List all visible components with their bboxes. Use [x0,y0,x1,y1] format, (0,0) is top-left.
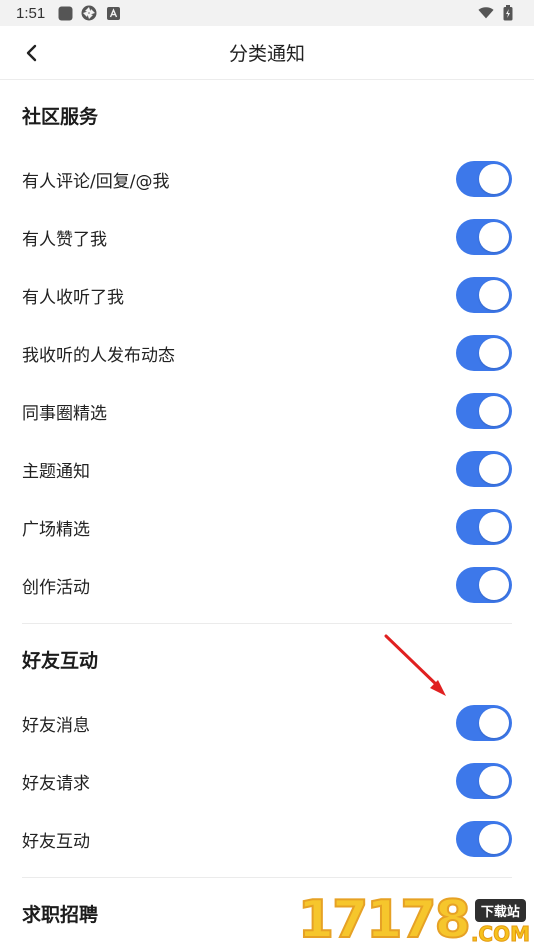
setting-label: 好友请求 [22,773,90,794]
setting-row-followed: 有人收听了我 [22,266,512,324]
friend-requests-toggle[interactable] [456,763,512,799]
setting-row-friend-messages: 好友消息 [22,694,512,752]
page-title: 分类通知 [228,43,305,65]
following-posts-toggle[interactable] [456,335,512,371]
toggle-knob [479,222,509,252]
section-header-friends: 好友互动 [22,649,99,672]
watermark-right: 下载站 .COM [470,899,531,946]
setting-row-friend-interaction: 好友互动 [22,810,512,868]
plaza-picks-toggle[interactable] [456,509,512,545]
setting-row-topic-notice: 主题通知 [22,440,512,498]
setting-label: 有人收听了我 [22,287,124,308]
settings-list: 社区服务 有人评论/回复/@我 有人赞了我 有人收听了我 我收听的人发布动态 同… [0,80,534,948]
friend-interaction-toggle[interactable] [456,821,512,857]
nav-bar: 分类通知 [0,26,534,80]
setting-row-plaza-picks: 广场精选 [22,498,512,556]
setting-label: 广场精选 [22,519,90,540]
toggle-knob [479,824,509,854]
comment-reply-mention-toggle[interactable] [456,161,512,197]
watermark-digits: 17178 [297,890,472,950]
watermark-badge: 下载站 [474,899,526,922]
setting-row-creation-events: 创作活动 [22,556,512,614]
setting-label: 好友消息 [22,715,90,736]
followed-toggle[interactable] [456,277,512,313]
setting-label: 主题通知 [22,461,90,482]
chevron-left-icon [26,44,37,62]
setting-label: 创作活动 [22,577,90,598]
setting-label: 有人评论/回复/@我 [22,171,170,192]
friend-messages-toggle[interactable] [456,705,512,741]
colleague-picks-toggle[interactable] [456,393,512,429]
setting-label: 有人赞了我 [22,229,107,250]
battery-icon [500,5,516,21]
setting-label: 好友互动 [22,831,90,852]
status-left: 1:51 [16,5,121,22]
aperture-icon [81,5,97,21]
setting-label: 我收听的人发布动态 [22,345,175,366]
toggle-knob [479,512,509,542]
toggle-knob [479,454,509,484]
toggle-knob [479,708,509,738]
watermark-suffix: .COM [470,922,530,946]
back-button[interactable] [18,39,46,67]
setting-label: 同事圈精选 [22,403,107,424]
status-time: 1:51 [16,4,46,22]
wifi-icon [478,5,494,21]
setting-row-comment-reply-mention: 有人评论/回复/@我 [22,150,512,208]
creation-events-toggle[interactable] [456,567,512,603]
status-right [478,5,516,21]
setting-row-colleague-picks: 同事圈精选 [22,382,512,440]
topic-notice-toggle[interactable] [456,451,512,487]
liked-toggle[interactable] [456,219,512,255]
toggle-knob [479,396,509,426]
a-box-icon [105,5,121,21]
toggle-knob [479,164,509,194]
setting-row-friend-requests: 好友请求 [22,752,512,810]
toggle-knob [479,570,509,600]
status-bar: 1:51 [0,0,534,26]
toggle-knob [479,338,509,368]
square-app-icon [57,5,73,21]
section-header-community: 社区服务 [22,105,99,128]
setting-row-following-posts: 我收听的人发布动态 [22,324,512,382]
toggle-knob [479,766,509,796]
watermark-logo: 17178 下载站 .COM [297,884,534,950]
toggle-knob [479,280,509,310]
setting-row-liked: 有人赞了我 [22,208,512,266]
